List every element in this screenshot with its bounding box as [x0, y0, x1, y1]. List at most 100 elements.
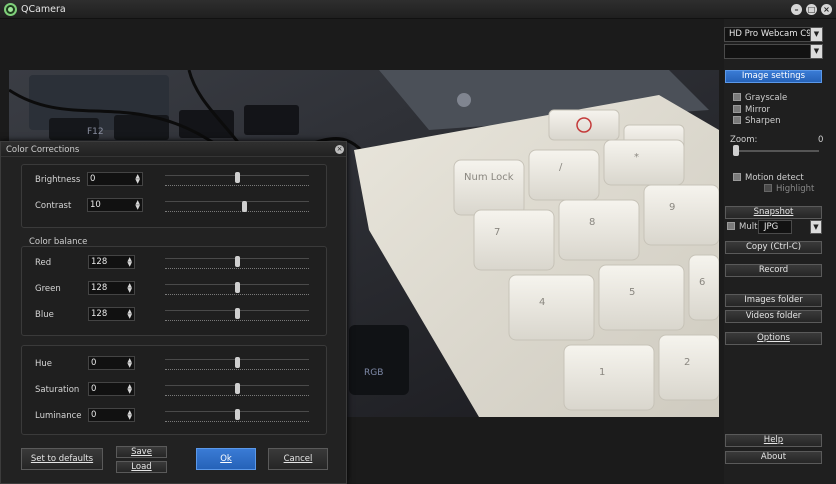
camera-app-icon — [4, 3, 17, 16]
contrast-slider-handle[interactable] — [242, 201, 247, 212]
red-slider-track[interactable] — [165, 268, 309, 269]
brightness-slider-handle[interactable] — [235, 172, 240, 183]
spin-arrows-icon[interactable]: ▲ ▼ — [135, 174, 140, 185]
image-settings-button[interactable]: Image settings — [725, 70, 822, 83]
title-bar: QCamera – □ × — [0, 0, 836, 19]
luminance-label: Luminance — [35, 411, 82, 421]
key-label: 1 — [599, 367, 605, 378]
chevron-down-icon[interactable]: ▼ — [810, 44, 823, 59]
saturation-slider-track[interactable] — [165, 395, 309, 396]
spin-arrows-icon[interactable]: ▲ ▼ — [127, 257, 132, 268]
red-spinbox[interactable]: 128 ▲ ▼ — [88, 255, 135, 269]
red-slider-handle[interactable] — [235, 256, 240, 267]
images-folder-button[interactable]: Images folder — [725, 294, 822, 307]
green-slider-track[interactable] — [165, 294, 309, 295]
hue-slider-track[interactable] — [165, 369, 309, 370]
saturation-slider-handle[interactable] — [235, 383, 240, 394]
image-format-select[interactable]: JPG — [758, 220, 792, 234]
maximize-button[interactable]: □ — [806, 4, 817, 15]
multi-label: Multi — [739, 222, 760, 232]
spin-arrows-icon[interactable]: ▲ ▼ — [135, 200, 140, 211]
hue-label: Hue — [35, 359, 53, 369]
zoom-slider-track[interactable] — [733, 150, 819, 152]
spin-arrows-icon[interactable]: ▲ ▼ — [127, 384, 132, 395]
checkbox-icon — [733, 173, 741, 181]
mirror-checkbox[interactable]: Mirror — [733, 105, 770, 116]
zoom-label: Zoom: — [730, 135, 758, 145]
blue-slider-track[interactable] — [165, 320, 309, 321]
window-title: QCamera — [21, 4, 66, 15]
luminance-spinbox[interactable]: 0 ▲ ▼ — [88, 408, 135, 422]
brightness-label: Brightness — [35, 175, 81, 185]
close-icon[interactable]: × — [335, 145, 344, 154]
grayscale-label: Grayscale — [745, 93, 788, 103]
key-label: F12 — [87, 127, 104, 137]
options-button[interactable]: Options — [725, 332, 822, 345]
brightness-spinbox[interactable]: 0 ▲ ▼ — [87, 172, 143, 186]
color-corrections-dialog: Color Corrections × Brightness 0 ▲ ▼ Contr… — [0, 141, 347, 484]
key-label: 5 — [629, 287, 635, 298]
green-spinbox[interactable]: 128 ▲ ▼ — [88, 281, 135, 295]
key-label: Num Lock — [464, 172, 514, 183]
help-button[interactable]: Help — [725, 434, 822, 447]
load-button[interactable]: Load — [116, 461, 167, 473]
chevron-down-icon[interactable]: ▼ — [810, 220, 822, 234]
blue-slider-handle[interactable] — [235, 308, 240, 319]
brightness-contrast-group — [21, 164, 327, 228]
about-button[interactable]: About — [725, 451, 822, 464]
motion-detect-checkbox[interactable]: Motion detect — [733, 173, 804, 184]
checkbox-icon — [733, 93, 741, 101]
multi-checkbox[interactable]: Multi — [727, 222, 760, 233]
copy-button[interactable]: Copy (Ctrl-C) — [725, 241, 822, 254]
spin-arrows-icon[interactable]: ▲ ▼ — [127, 410, 132, 421]
blue-label: Blue — [35, 310, 54, 320]
saturation-spinbox[interactable]: 0 ▲ ▼ — [88, 382, 135, 396]
snapshot-button[interactable]: Snapshot — [725, 206, 822, 219]
blue-spinbox[interactable]: 128 ▲ ▼ — [88, 307, 135, 321]
set-to-defaults-button[interactable]: Set to defaults — [21, 448, 103, 470]
spin-arrows-icon[interactable]: ▲ ▼ — [127, 309, 132, 320]
luminance-slider-handle[interactable] — [235, 409, 240, 420]
spin-arrows-icon[interactable]: ▲ ▼ — [127, 283, 132, 294]
checkbox-icon — [727, 222, 735, 230]
key-label: 6 — [699, 277, 705, 288]
slider-rail — [165, 201, 309, 202]
contrast-label: Contrast — [35, 201, 72, 211]
checkbox-icon — [733, 116, 741, 124]
zoom-value: 0 — [818, 135, 824, 145]
green-label: Green — [35, 284, 61, 294]
cancel-button[interactable]: Cancel — [268, 448, 328, 470]
camera-select[interactable]: HD Pro Webcam C9 — [724, 27, 823, 42]
checkbox-icon — [733, 105, 741, 113]
contrast-spinbox[interactable]: 10 ▲ ▼ — [87, 198, 143, 212]
hue-spinbox[interactable]: 0 ▲ ▼ — [88, 356, 135, 370]
save-button[interactable]: Save — [116, 446, 167, 458]
highlight-checkbox[interactable]: Highlight — [764, 184, 814, 195]
sharpen-checkbox[interactable]: Sharpen — [733, 116, 781, 127]
color-balance-group — [21, 246, 327, 336]
hue-slider-handle[interactable] — [235, 357, 240, 368]
spin-arrows-icon[interactable]: ▲ ▼ — [127, 358, 132, 369]
key-label: RGB — [364, 368, 383, 378]
contrast-slider-track[interactable] — [165, 211, 309, 212]
dialog-title-bar: Color Corrections × — [1, 142, 346, 157]
zoom-slider-handle[interactable] — [733, 145, 739, 156]
ok-button[interactable]: Ok — [196, 448, 256, 470]
checkbox-icon — [764, 184, 772, 192]
resolution-select[interactable] — [724, 44, 823, 59]
minimize-button[interactable]: – — [791, 4, 802, 15]
luminance-slider-track[interactable] — [165, 421, 309, 422]
highlight-label: Highlight — [776, 184, 815, 194]
mirror-label: Mirror — [745, 105, 771, 115]
record-button[interactable]: Record — [725, 264, 822, 277]
key-label: 2 — [684, 357, 690, 368]
green-slider-handle[interactable] — [235, 282, 240, 293]
key-label: 8 — [589, 217, 595, 228]
close-window-button[interactable]: × — [821, 4, 832, 15]
key-label: 4 — [539, 297, 545, 308]
grayscale-checkbox[interactable]: Grayscale — [733, 93, 787, 104]
videos-folder-button[interactable]: Videos folder — [725, 310, 822, 323]
brightness-slider-track[interactable] — [165, 185, 309, 186]
red-label: Red — [35, 258, 52, 268]
chevron-down-icon[interactable]: ▼ — [810, 27, 823, 42]
